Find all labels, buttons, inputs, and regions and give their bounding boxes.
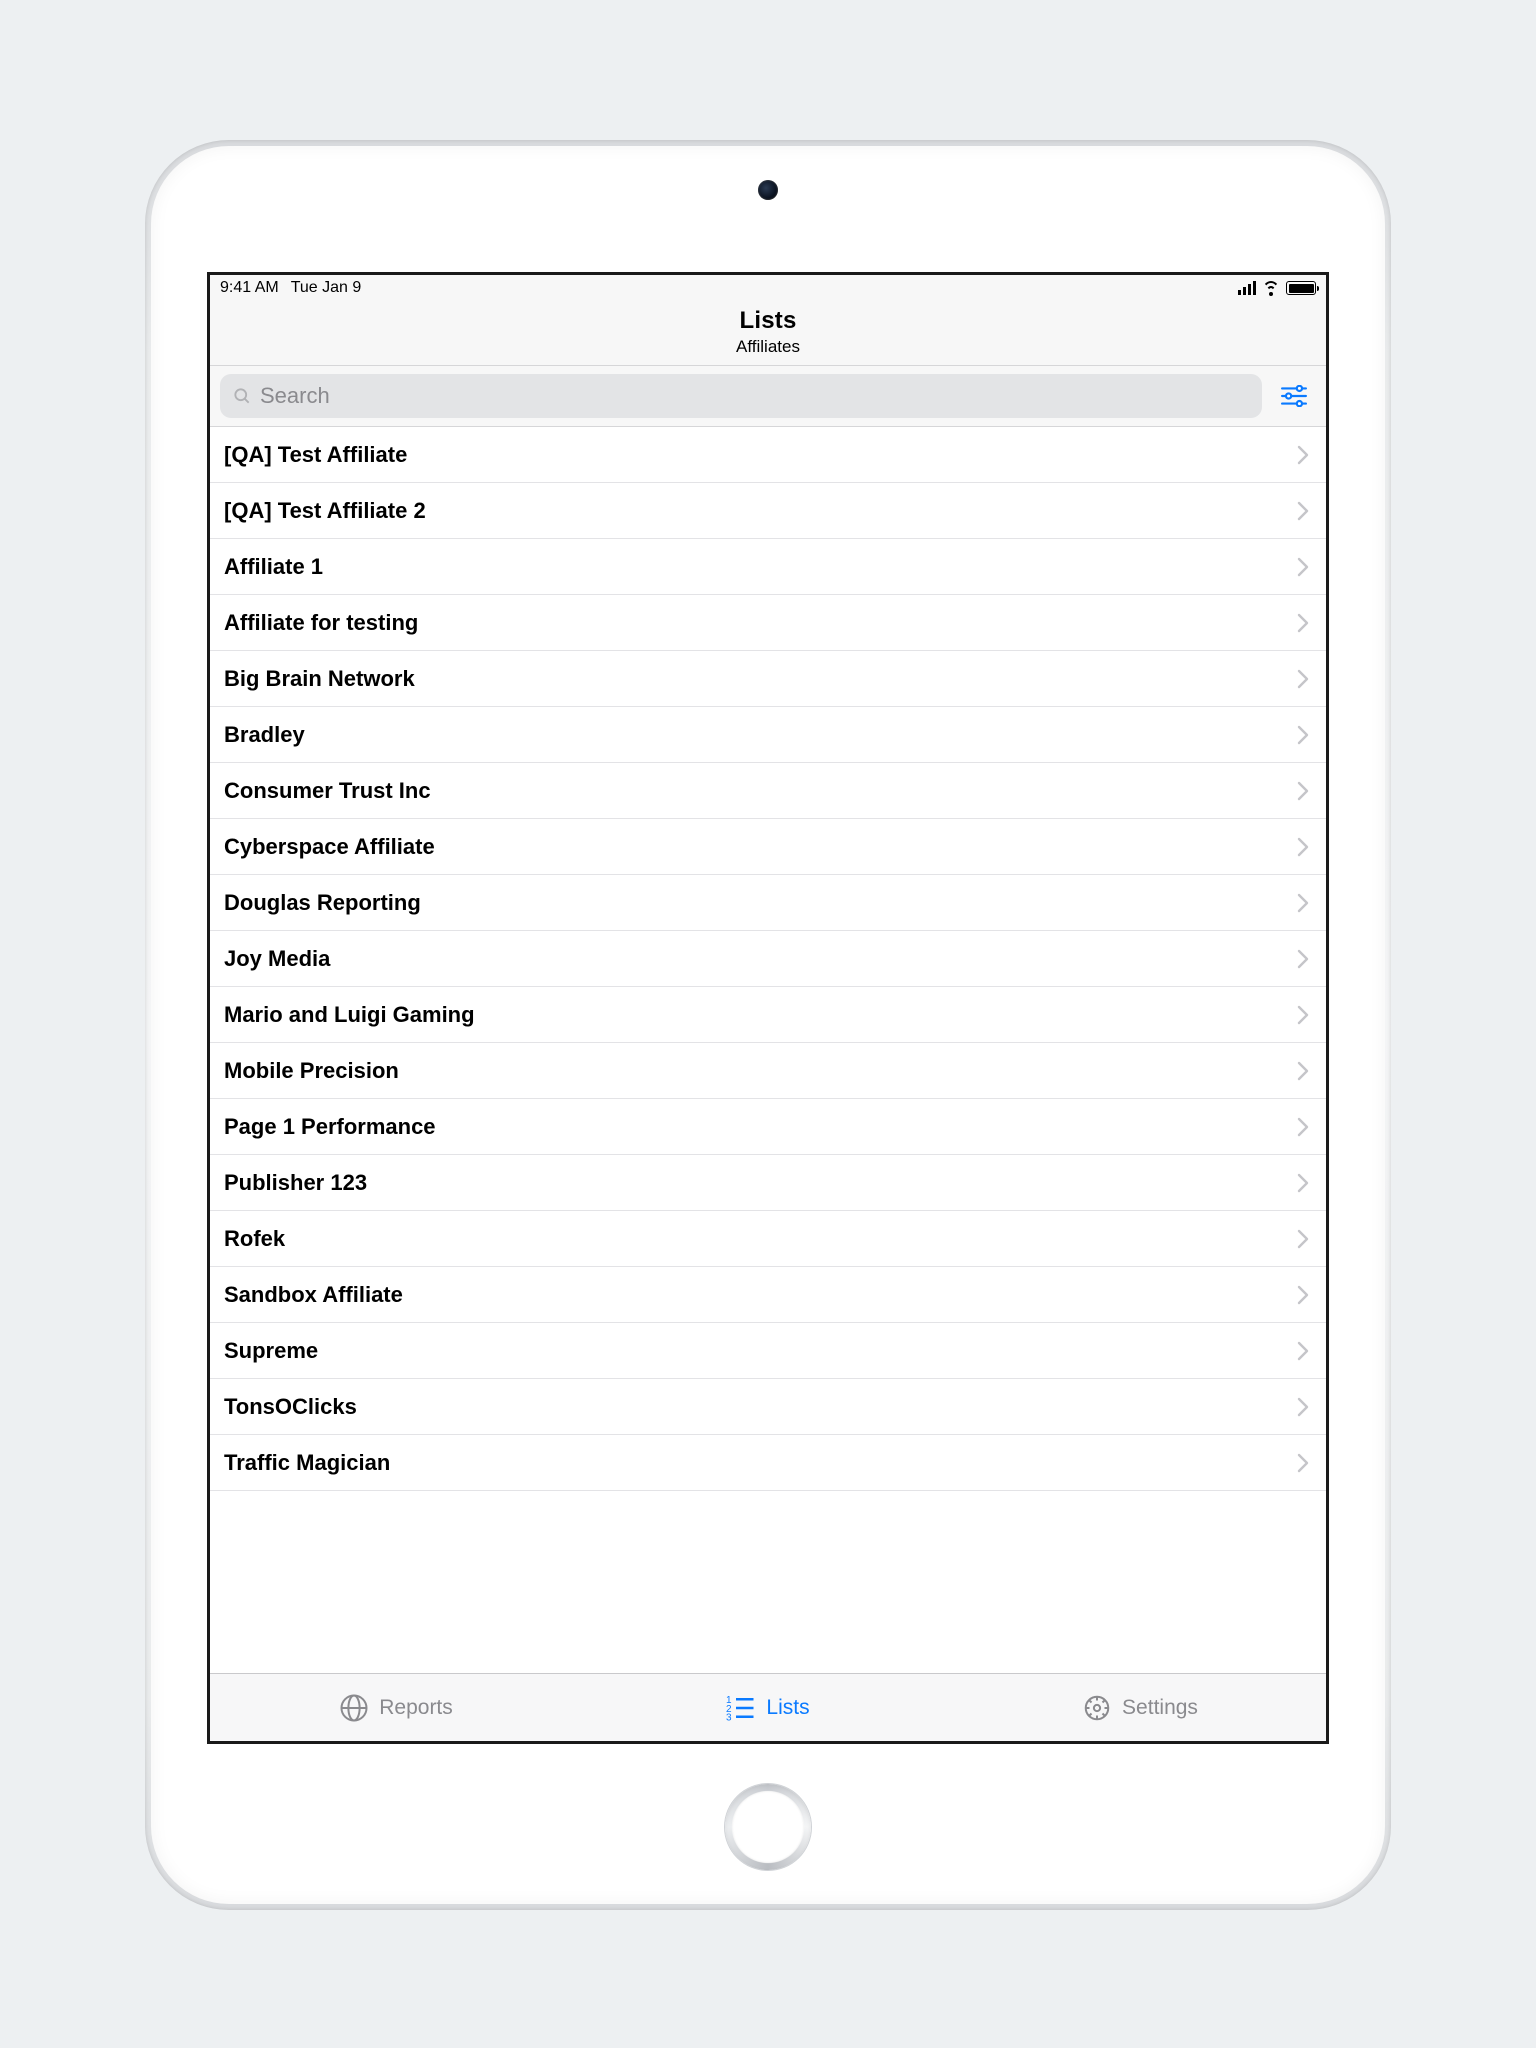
list-item[interactable]: Joy Media — [210, 931, 1326, 987]
list-item[interactable]: Traffic Magician — [210, 1435, 1326, 1491]
filter-button[interactable] — [1272, 374, 1316, 418]
globe-icon — [339, 1693, 369, 1723]
nav-header: Lists Affiliates — [210, 301, 1326, 366]
front-camera — [758, 180, 778, 200]
list-item-label: Supreme — [224, 1338, 1296, 1364]
list-item-label: Cyberspace Affiliate — [224, 834, 1296, 860]
chevron-right-icon — [1296, 445, 1310, 465]
tab-lists[interactable]: 1 2 3 Lists — [582, 1674, 954, 1741]
list-item-label: [QA] Test Affiliate 2 — [224, 498, 1296, 524]
wifi-icon — [1262, 281, 1280, 295]
chevron-right-icon — [1296, 1285, 1310, 1305]
list-item[interactable]: Bradley — [210, 707, 1326, 763]
list-item[interactable]: [QA] Test Affiliate — [210, 427, 1326, 483]
list-item-label: Mobile Precision — [224, 1058, 1296, 1084]
list-item[interactable]: Affiliate 1 — [210, 539, 1326, 595]
chevron-right-icon — [1296, 613, 1310, 633]
list-item-label: Consumer Trust Inc — [224, 778, 1296, 804]
status-bar: 9:41 AM Tue Jan 9 — [210, 275, 1326, 301]
chevron-right-icon — [1296, 949, 1310, 969]
list-item[interactable]: Cyberspace Affiliate — [210, 819, 1326, 875]
gear-icon — [1082, 1693, 1112, 1723]
list-item[interactable]: Consumer Trust Inc — [210, 763, 1326, 819]
tab-reports[interactable]: Reports — [210, 1674, 582, 1741]
chevron-right-icon — [1296, 1005, 1310, 1025]
svg-text:3: 3 — [726, 1712, 732, 1723]
list-item-label: Mario and Luigi Gaming — [224, 1002, 1296, 1028]
list-item-label: Publisher 123 — [224, 1170, 1296, 1196]
list-icon: 1 2 3 — [726, 1693, 756, 1723]
tab-settings[interactable]: Settings — [954, 1674, 1326, 1741]
list-item[interactable]: Douglas Reporting — [210, 875, 1326, 931]
search-icon — [232, 386, 252, 406]
status-time: 9:41 AM — [220, 279, 279, 297]
tab-reports-label: Reports — [379, 1696, 453, 1720]
ipad-device-inner: 9:41 AM Tue Jan 9 Lists Affiliates — [151, 146, 1385, 1904]
chevron-right-icon — [1296, 1117, 1310, 1137]
search-row — [210, 366, 1326, 427]
chevron-right-icon — [1296, 1229, 1310, 1249]
chevron-right-icon — [1296, 893, 1310, 913]
list-item[interactable]: Sandbox Affiliate — [210, 1267, 1326, 1323]
chevron-right-icon — [1296, 557, 1310, 577]
list-item-label: Traffic Magician — [224, 1450, 1296, 1476]
list-item[interactable]: Supreme — [210, 1323, 1326, 1379]
list-item[interactable]: Publisher 123 — [210, 1155, 1326, 1211]
affiliates-list[interactable]: [QA] Test Affiliate [QA] Test Affiliate 2… — [210, 427, 1326, 1673]
chevron-right-icon — [1296, 1453, 1310, 1473]
chevron-right-icon — [1296, 669, 1310, 689]
list-item-label: Affiliate 1 — [224, 554, 1296, 580]
list-item[interactable]: Page 1 Performance — [210, 1099, 1326, 1155]
tab-lists-label: Lists — [766, 1696, 809, 1720]
list-item-label: Affiliate for testing — [224, 610, 1296, 636]
list-item[interactable]: Affiliate for testing — [210, 595, 1326, 651]
list-item[interactable]: Mario and Luigi Gaming — [210, 987, 1326, 1043]
battery-icon — [1286, 281, 1316, 295]
screen: 9:41 AM Tue Jan 9 Lists Affiliates — [207, 272, 1329, 1744]
tab-settings-label: Settings — [1122, 1696, 1198, 1720]
list-item-label: TonsOClicks — [224, 1394, 1296, 1420]
list-item[interactable]: Rofek — [210, 1211, 1326, 1267]
list-item[interactable]: Mobile Precision — [210, 1043, 1326, 1099]
home-button[interactable] — [725, 1784, 811, 1870]
chevron-right-icon — [1296, 781, 1310, 801]
list-item[interactable]: Big Brain Network — [210, 651, 1326, 707]
list-item[interactable]: [QA] Test Affiliate 2 — [210, 483, 1326, 539]
list-item-label: Joy Media — [224, 946, 1296, 972]
list-item[interactable]: TonsOClicks — [210, 1379, 1326, 1435]
list-item-label: Big Brain Network — [224, 666, 1296, 692]
chevron-right-icon — [1296, 1341, 1310, 1361]
status-date: Tue Jan 9 — [291, 279, 362, 297]
list-item-label: Rofek — [224, 1226, 1296, 1252]
cell-signal-icon — [1238, 281, 1256, 295]
list-item-label: [QA] Test Affiliate — [224, 442, 1296, 468]
sliders-icon — [1281, 385, 1307, 407]
page-subtitle: Affiliates — [210, 337, 1326, 357]
chevron-right-icon — [1296, 501, 1310, 521]
chevron-right-icon — [1296, 1061, 1310, 1081]
list-item-label: Sandbox Affiliate — [224, 1282, 1296, 1308]
list-item-label: Douglas Reporting — [224, 890, 1296, 916]
chevron-right-icon — [1296, 837, 1310, 857]
tab-bar: Reports 1 2 3 Lists — [210, 1673, 1326, 1741]
page-title: Lists — [210, 307, 1326, 335]
chevron-right-icon — [1296, 1173, 1310, 1193]
search-input[interactable] — [260, 383, 1250, 409]
search-field[interactable] — [220, 374, 1262, 418]
chevron-right-icon — [1296, 1397, 1310, 1417]
list-item-label: Page 1 Performance — [224, 1114, 1296, 1140]
chevron-right-icon — [1296, 725, 1310, 745]
list-item-label: Bradley — [224, 722, 1296, 748]
ipad-device-frame: 9:41 AM Tue Jan 9 Lists Affiliates — [145, 140, 1391, 1910]
